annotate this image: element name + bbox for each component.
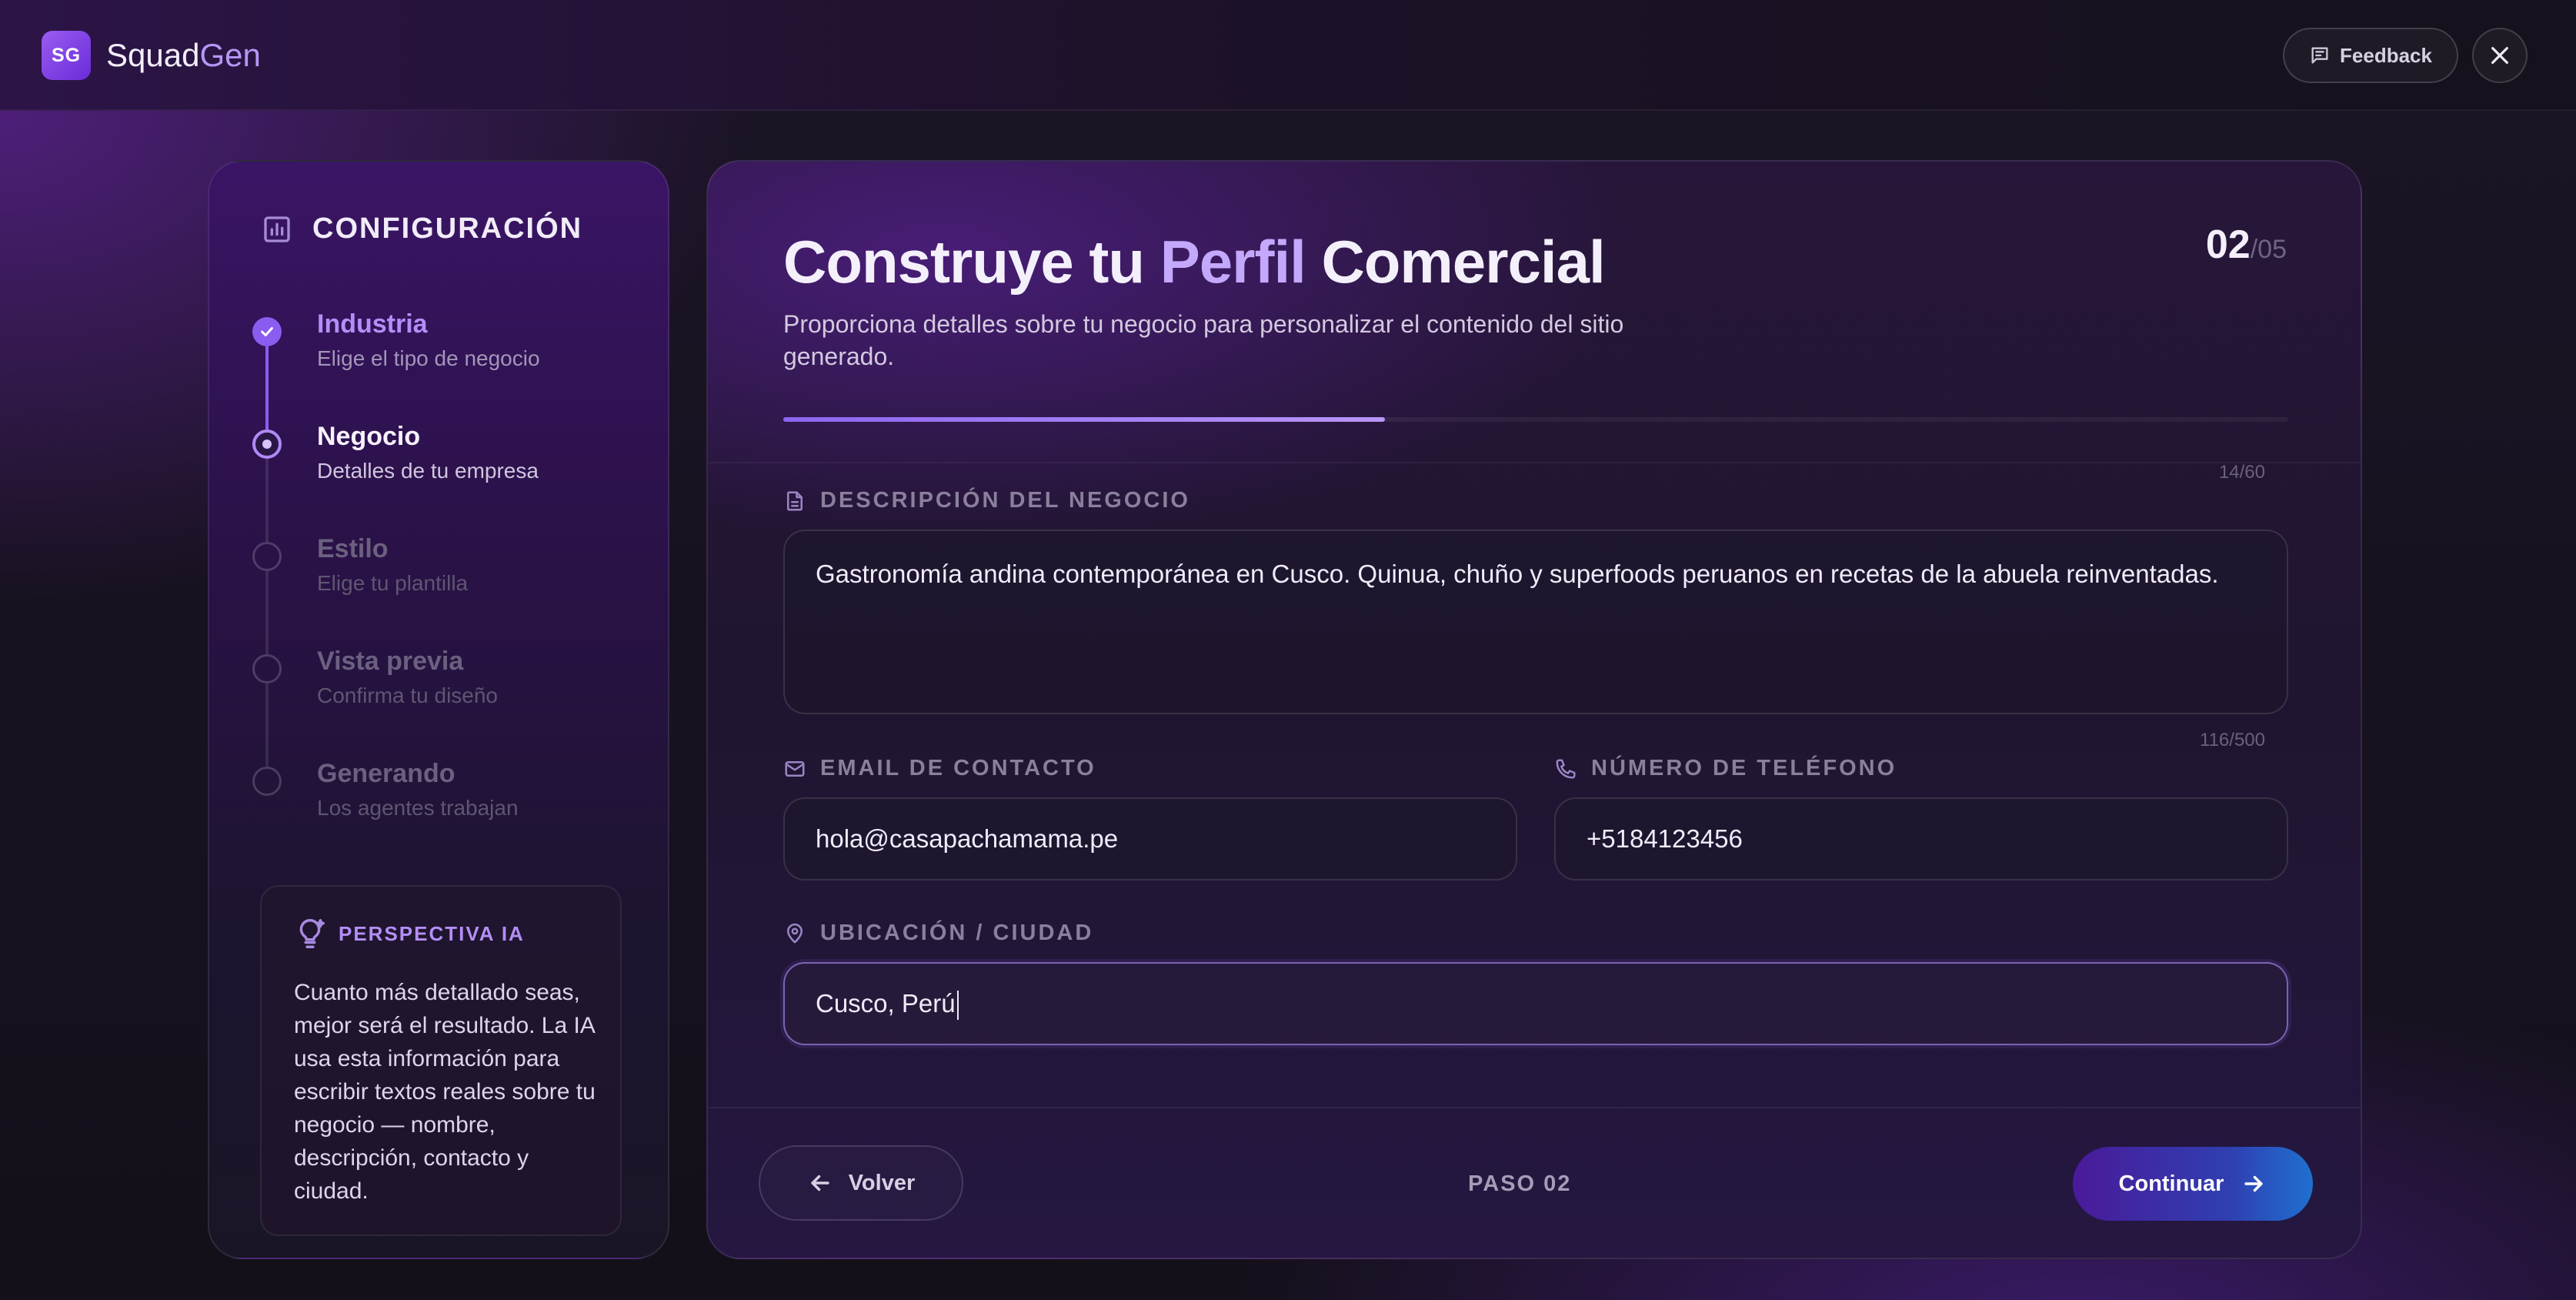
footer-step-label: PASO 02	[1468, 1171, 1572, 1196]
map-pin-icon	[787, 923, 802, 943]
step-estilo: Estilo Elige tu plantilla	[252, 533, 637, 617]
setup-sidebar: CONFIGURACIÓN Industria Elige el tipo de…	[208, 160, 669, 1259]
location-value: Cusco, Perú	[816, 989, 956, 1018]
step-name: Vista previa	[317, 647, 464, 676]
ai-insight-title: PERSPECTIVA IA	[339, 921, 525, 945]
arrow-left-icon	[811, 1175, 829, 1191]
ai-insight-header: PERSPECTIVA IA	[292, 916, 525, 951]
step-name: Estilo	[317, 534, 389, 563]
sidebar-title: CONFIGURACIÓN	[312, 212, 583, 245]
feedback-label: Feedback	[2340, 43, 2432, 67]
step-vista-previa: Vista previa Confirma tu diseño	[252, 645, 637, 730]
pending-step-indicator-icon	[252, 767, 282, 796]
email-label-text: EMAIL DE CONTACTO	[820, 756, 1096, 780]
description-label: DESCRIPCIÓN DEL NEGOCIO	[783, 488, 1190, 513]
footer-divider	[708, 1107, 2361, 1108]
phone-field[interactable]: +5184123456	[1554, 797, 2288, 881]
business-description-value: Gastronomía andina contemporánea en Cusc…	[816, 560, 2219, 588]
step-industria[interactable]: Industria Elige el tipo de negocio	[252, 308, 637, 393]
ai-insight-box: PERSPECTIVA IA Cuanto más detallado seas…	[260, 885, 622, 1236]
phone-label-text: NÚMERO DE TELÉFONO	[1591, 756, 1897, 780]
sidebar-header: CONFIGURACIÓN	[262, 212, 582, 246]
message-square-icon	[2311, 47, 2328, 64]
title-part2: Comercial	[1305, 228, 1605, 296]
location-label-text: UBICACIÓN / CIUDAD	[820, 921, 1094, 945]
mail-icon	[785, 760, 805, 777]
email-value: hola@casapachamama.pe	[816, 824, 1119, 853]
app-name-part1: Squad	[106, 37, 200, 73]
location-label: UBICACIÓN / CIUDAD	[783, 921, 1093, 946]
close-button[interactable]	[2472, 28, 2528, 83]
step-description: Elige el tipo de negocio	[317, 346, 540, 370]
text-caret	[956, 991, 959, 1021]
name-char-counter: 14/60	[2218, 462, 2265, 483]
location-field[interactable]: Cusco, Perú	[783, 962, 2288, 1045]
close-icon	[2491, 47, 2508, 64]
business-description-textarea[interactable]: Gastronomía andina contemporánea en Cusc…	[783, 530, 2288, 714]
chart-icon	[264, 216, 290, 242]
step-counter: 02/05	[2206, 222, 2287, 268]
email-label: EMAIL DE CONTACTO	[783, 756, 1096, 781]
progress-bar-fill	[783, 417, 1386, 422]
step-generando: Generando Los agentes trabajan	[252, 757, 637, 842]
active-step-indicator-icon	[252, 429, 282, 459]
arrow-right-icon	[2244, 1175, 2264, 1192]
top-bar: SG SquadGen Feedback	[0, 0, 2576, 111]
back-button[interactable]: Volver	[759, 1145, 963, 1221]
title-part1: Construye tu	[783, 228, 1160, 296]
step-name: Negocio	[317, 422, 421, 451]
app-name-part2: Gen	[199, 37, 261, 73]
step-name: Industria	[317, 309, 428, 339]
feedback-button[interactable]: Feedback	[2283, 28, 2458, 83]
description-label-text: DESCRIPCIÓN DEL NEGOCIO	[820, 488, 1190, 513]
lightbulb-icon	[299, 919, 325, 948]
phone-icon	[1556, 759, 1576, 778]
page-title: Construye tu Perfil Comercial	[783, 223, 1606, 300]
business-profile-card: Construye tu Perfil Comercial 02/05 Prop…	[706, 160, 2362, 1259]
email-field[interactable]: hola@casapachamama.pe	[783, 797, 1517, 881]
step-description: Detalles de tu empresa	[317, 459, 539, 483]
continue-label: Continuar	[2118, 1171, 2224, 1196]
step-current: 02	[2205, 222, 2251, 267]
back-label: Volver	[848, 1170, 916, 1195]
app-name: SquadGen	[106, 34, 261, 77]
description-char-counter: 116/500	[2200, 730, 2265, 750]
progress-bar	[783, 417, 2288, 422]
check-icon	[252, 317, 282, 346]
page-subtitle: Proporciona detalles sobre tu negocio pa…	[783, 310, 1624, 370]
step-description: Confirma tu diseño	[317, 683, 499, 707]
pending-step-indicator-icon	[252, 654, 282, 683]
step-description: Los agentes trabajan	[317, 796, 519, 820]
step-negocio[interactable]: Negocio Detalles de tu empresa	[252, 420, 637, 505]
pending-step-indicator-icon	[252, 542, 282, 571]
title-highlight: Perfil	[1160, 228, 1306, 296]
step-name: Generando	[317, 759, 455, 788]
file-text-icon	[787, 491, 802, 510]
logo-initials: SG	[51, 44, 82, 66]
continue-button[interactable]: Continuar	[2073, 1147, 2313, 1221]
step-description: Elige tu plantilla	[317, 571, 469, 595]
app-logo: SG	[42, 31, 91, 80]
phone-label: NÚMERO DE TELÉFONO	[1554, 756, 1897, 781]
step-total: /05	[2250, 235, 2287, 264]
ai-insight-text: Cuanto más detallado seas, mejor será el…	[294, 980, 596, 1204]
phone-value: +5184123456	[1587, 824, 1743, 853]
